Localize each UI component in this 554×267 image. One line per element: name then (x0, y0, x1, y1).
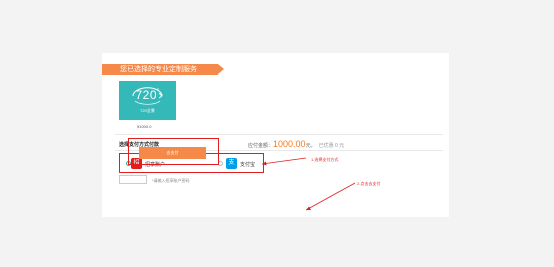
order-card: 您已选择的专业定制服务 720° 720全景 ¥1000.0 选择支付方式付款 … (102, 53, 449, 217)
service-name: 720全景 (140, 108, 155, 113)
service-degree: 720° (135, 88, 160, 102)
divider (115, 134, 443, 135)
amount-value: 1000.00 (273, 139, 306, 149)
saved-text: 已优惠 0 元 (318, 143, 345, 149)
amount-label: 应付金额： (248, 143, 274, 149)
password-hint: *请输入招享账户密码 (152, 178, 190, 183)
selected-service-header: 您已选择的专业定制服务 (102, 64, 224, 75)
amount-unit: 元， (305, 143, 316, 149)
service-price: ¥1000.0 (137, 124, 152, 129)
annotation-step1: 1.选择支付方式 (311, 157, 339, 162)
annotation-step2: 2.点击去支付 (357, 181, 381, 186)
payment-amount: 应付金额：1000.00元， 已优惠 0 元 (248, 139, 344, 149)
pay-button[interactable]: 去支付 (139, 147, 206, 159)
service-tile-720[interactable]: 720° 720全景 (119, 81, 176, 120)
option-alipay-label[interactable]: 支付宝 (240, 161, 255, 168)
password-input[interactable] (119, 175, 147, 184)
alipay-icon[interactable]: 支 (226, 158, 237, 169)
